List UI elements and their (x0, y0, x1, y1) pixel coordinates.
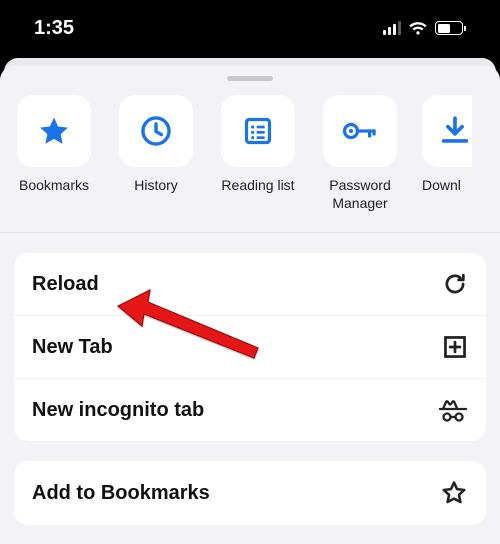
menu-item-new-incognito[interactable]: New incognito tab (14, 379, 486, 441)
shortcut-bookmarks[interactable]: Bookmarks (14, 95, 94, 212)
wifi-icon (408, 21, 428, 36)
star-outline-icon (440, 479, 468, 507)
sheet-grabber[interactable] (227, 76, 273, 81)
reload-icon (442, 271, 468, 297)
shortcut-label: History (134, 177, 178, 195)
menu-item-label: Add to Bookmarks (32, 482, 210, 505)
shortcut-label: Downl (422, 177, 461, 195)
shortcut-row[interactable]: Bookmarks History Reading list Password … (0, 95, 500, 233)
plus-square-icon (442, 334, 468, 360)
menu-item-label: Reload (32, 273, 99, 296)
status-bar: 1:35 (0, 0, 500, 56)
shortcut-label: Reading list (221, 177, 294, 195)
shortcut-label: Bookmarks (19, 177, 89, 195)
shortcut-history[interactable]: History (116, 95, 196, 212)
menu-item-label: New Tab (32, 336, 113, 359)
status-time: 1:35 (34, 17, 74, 40)
menu-item-reload[interactable]: Reload (14, 253, 486, 316)
download-icon (438, 114, 472, 148)
shortcut-label: Password Manager (329, 177, 390, 212)
shortcut-password-manager[interactable]: Password Manager (320, 95, 400, 212)
menu-item-add-bookmarks[interactable]: Add to Bookmarks (14, 461, 486, 525)
menu-group-2: Add to Bookmarks (14, 461, 486, 525)
reading-list-icon (242, 115, 274, 147)
menu-item-new-tab[interactable]: New Tab (14, 316, 486, 379)
cellular-signal-icon (383, 21, 402, 35)
status-icons (383, 21, 467, 36)
menu-group-1: Reload New Tab New incognito tab (14, 253, 486, 441)
star-filled-icon (37, 114, 71, 148)
battery-icon (435, 21, 466, 35)
shortcut-reading-list[interactable]: Reading list (218, 95, 298, 212)
incognito-icon (438, 397, 468, 423)
shortcut-downloads[interactable]: Downl (422, 95, 472, 212)
menu-item-label: New incognito tab (32, 399, 204, 422)
action-sheet: Bookmarks History Reading list Password … (0, 66, 500, 544)
key-icon (341, 116, 379, 146)
clock-icon (139, 114, 173, 148)
